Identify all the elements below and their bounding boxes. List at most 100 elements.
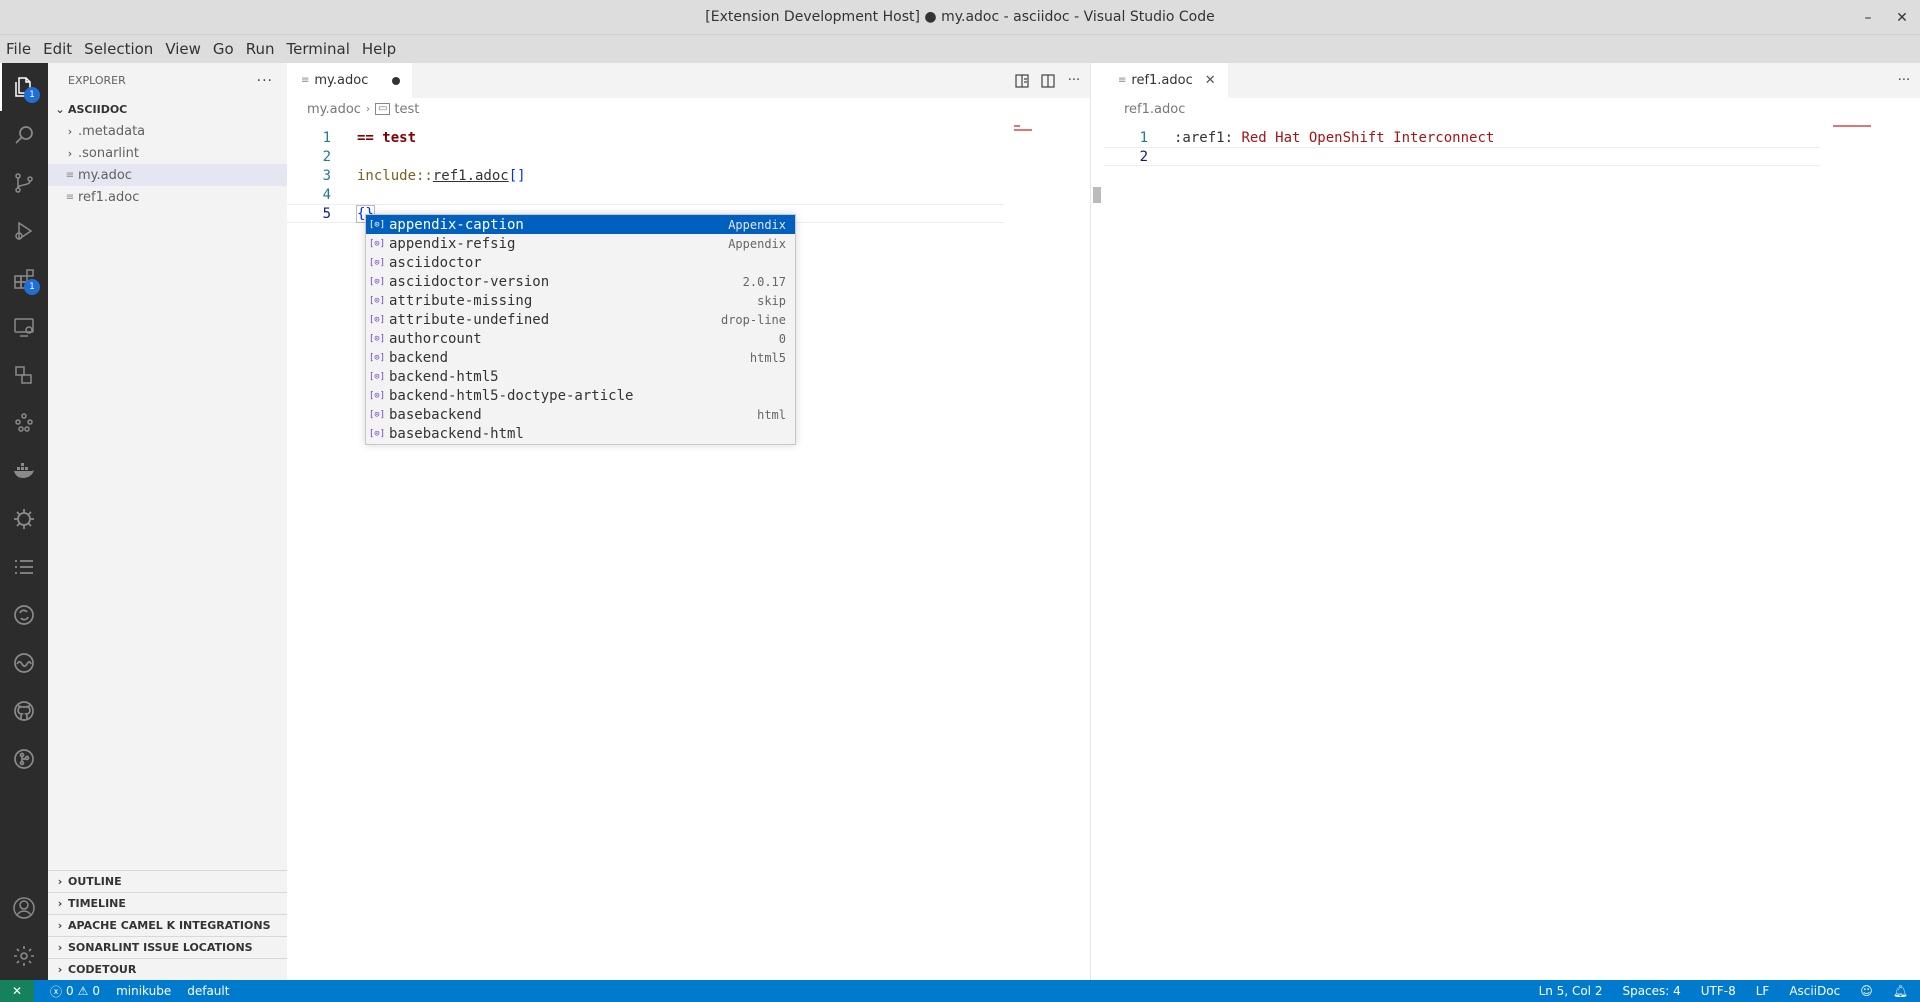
suggestion-detail: 0 (778, 331, 786, 346)
status-right: Ln 5, Col 2 Spaces: 4 UTF-8 LF AsciiDoc … (1539, 980, 1920, 1002)
menu-selection[interactable]: Selection (84, 38, 153, 60)
wave-icon[interactable] (0, 639, 48, 687)
split-editor-icon[interactable] (1040, 73, 1056, 89)
window-title: [Extension Development Host] ● my.adoc -… (705, 9, 1215, 25)
menu-edit[interactable]: Edit (43, 38, 72, 60)
kube-namespace[interactable]: default (187, 984, 229, 998)
encoding[interactable]: UTF-8 (1701, 984, 1736, 998)
tree-item-metadata[interactable]: › .metadata (48, 120, 287, 142)
suggestion-item[interactable]: [⊙] attribute-undefined drop-line (366, 310, 795, 329)
breadcrumb-symbol[interactable]: test (394, 102, 419, 117)
end-of-line[interactable]: LF (1756, 984, 1770, 998)
indentation[interactable]: Spaces: 4 (1622, 984, 1680, 998)
minimap[interactable] (1826, 120, 1920, 980)
extensions-icon[interactable]: 1 (0, 255, 48, 303)
kubernetes-icon[interactable] (0, 399, 48, 447)
chevron-right-icon: › (67, 124, 73, 138)
tab-ref1-adoc[interactable]: ≡ ref1.adoc ✕ (1104, 63, 1229, 98)
line-number: 5 (322, 205, 331, 222)
tab-bar: ≡ ref1.adoc ✕ ··· (1104, 63, 1920, 98)
suggestion-item[interactable]: [⊙] asciidoctor-version 2.0.17 (366, 272, 795, 291)
more-actions-icon[interactable]: ··· (1066, 73, 1082, 89)
cursor-position[interactable]: Ln 5, Col 2 (1539, 984, 1603, 998)
account-icon[interactable] (0, 884, 48, 932)
section-camel-k[interactable]: › APACHE CAMEL K INTEGRATIONS (48, 914, 287, 936)
tab-my-adoc[interactable]: ≡ my.adoc (287, 63, 414, 98)
file-lines-icon: ≡ (65, 191, 75, 203)
section-codetour[interactable]: › CODETOUR (48, 958, 287, 980)
editor-sash[interactable] (1090, 63, 1104, 980)
explorer-icon[interactable]: 1 (0, 63, 48, 111)
tab-label: my.adoc (314, 73, 369, 88)
suggestion-label: basebackend (389, 406, 482, 423)
section-sonarlint[interactable]: › SONARLINT ISSUE LOCATIONS (48, 936, 287, 958)
tree-item-ref1-adoc[interactable]: ≡ ref1.adoc (48, 186, 287, 208)
timeline-git-icon[interactable] (0, 735, 48, 783)
current-line: 2 (1104, 147, 1820, 166)
attribute-value: Red Hat OpenShift Interconnect (1233, 129, 1495, 146)
suggestion-label: backend (389, 349, 449, 366)
close-icon[interactable]: ✕ (1205, 73, 1216, 88)
gear-icon[interactable] (0, 932, 48, 980)
unsaved-dot-icon[interactable] (392, 76, 401, 85)
more-actions-icon[interactable]: ··· (1896, 73, 1912, 89)
remote-indicator[interactable]: ✕ (0, 980, 34, 1002)
suggestion-label: asciidoctor (389, 254, 482, 271)
helm-icon[interactable] (0, 495, 48, 543)
docker-icon[interactable] (0, 447, 48, 495)
editor-actions: ··· (1896, 63, 1912, 98)
suggestion-item[interactable]: [⊙] basebackend html (366, 405, 795, 424)
file-lines-icon: ≡ (65, 169, 75, 181)
containers-icon[interactable] (0, 351, 48, 399)
suggestion-item[interactable]: [⊙] asciidoctor (366, 253, 795, 272)
github-icon[interactable] (0, 687, 48, 735)
suggestion-item[interactable]: [⊙] backend-html5 (366, 367, 795, 386)
code-line: 4 (287, 185, 1090, 204)
remote-explorer-icon[interactable] (0, 303, 48, 351)
menu-go[interactable]: Go (213, 38, 234, 60)
run-debug-icon[interactable] (0, 207, 48, 255)
menu-view[interactable]: View (165, 38, 201, 60)
source-control-icon[interactable] (0, 159, 48, 207)
code-line: 3 include::ref1.adoc[] (287, 166, 1090, 185)
language-mode[interactable]: AsciiDoc (1789, 984, 1840, 998)
suggestion-item[interactable]: [⊙] backend html5 (366, 348, 795, 367)
vertical-scrollbar[interactable] (1093, 187, 1101, 203)
minimap[interactable] (1012, 120, 1090, 980)
menu-terminal[interactable]: Terminal (287, 38, 350, 60)
suggestion-item[interactable]: [⊙] attribute-missing skip (366, 291, 795, 310)
kube-context[interactable]: minikube (116, 984, 171, 998)
sync-icon[interactable] (0, 591, 48, 639)
breadcrumb: my.adoc › ▭ test (287, 98, 1090, 120)
feedback-icon[interactable]: ☺ (1860, 984, 1873, 998)
suggestion-item[interactable]: [⊙] authorcount 0 (366, 329, 795, 348)
section-label: CODETOUR (68, 963, 137, 976)
close-window-button[interactable]: ✕ (1894, 10, 1910, 26)
file-lines-icon: ≡ (301, 75, 310, 86)
notifications-icon[interactable]: 🔔︎ (1893, 984, 1908, 998)
sidebar-title: EXPLORER (68, 74, 126, 87)
workspace-folder[interactable]: ⌄ ASCIIDOC (48, 98, 287, 120)
breadcrumb-file[interactable]: my.adoc (307, 102, 361, 117)
error-icon: ⓧ (50, 984, 63, 999)
tree-item-my-adoc[interactable]: ≡ my.adoc (48, 164, 287, 186)
tree-item-sonarlint[interactable]: › .sonarlint (48, 142, 287, 164)
menu-file[interactable]: File (6, 38, 31, 60)
include-target-link[interactable]: ref1.adoc (433, 168, 509, 184)
suggestion-item[interactable]: [⊙] backend-html5-doctype-article (366, 386, 795, 405)
menu-help[interactable]: Help (362, 38, 396, 60)
breadcrumb-file[interactable]: ref1.adoc (1124, 102, 1185, 117)
open-preview-icon[interactable] (1014, 73, 1030, 89)
section-outline[interactable]: › OUTLINE (48, 870, 287, 892)
menu-run[interactable]: Run (246, 38, 275, 60)
suggestion-item[interactable]: [⊙] appendix-refsig Appendix (366, 234, 795, 253)
section-timeline[interactable]: › TIMELINE (48, 892, 287, 914)
minimize-button[interactable]: – (1860, 10, 1876, 26)
explorer-badge: 1 (24, 87, 40, 103)
list-icon[interactable] (0, 543, 48, 591)
search-icon[interactable] (0, 111, 48, 159)
problems-indicator[interactable]: ⓧ 0 ⚠ 0 (50, 983, 100, 1000)
more-actions-icon[interactable]: ··· (257, 73, 273, 89)
suggestion-item[interactable]: [⊙] appendix-caption Appendix (366, 215, 795, 234)
suggestion-item[interactable]: [⊙] basebackend-html (366, 424, 795, 443)
